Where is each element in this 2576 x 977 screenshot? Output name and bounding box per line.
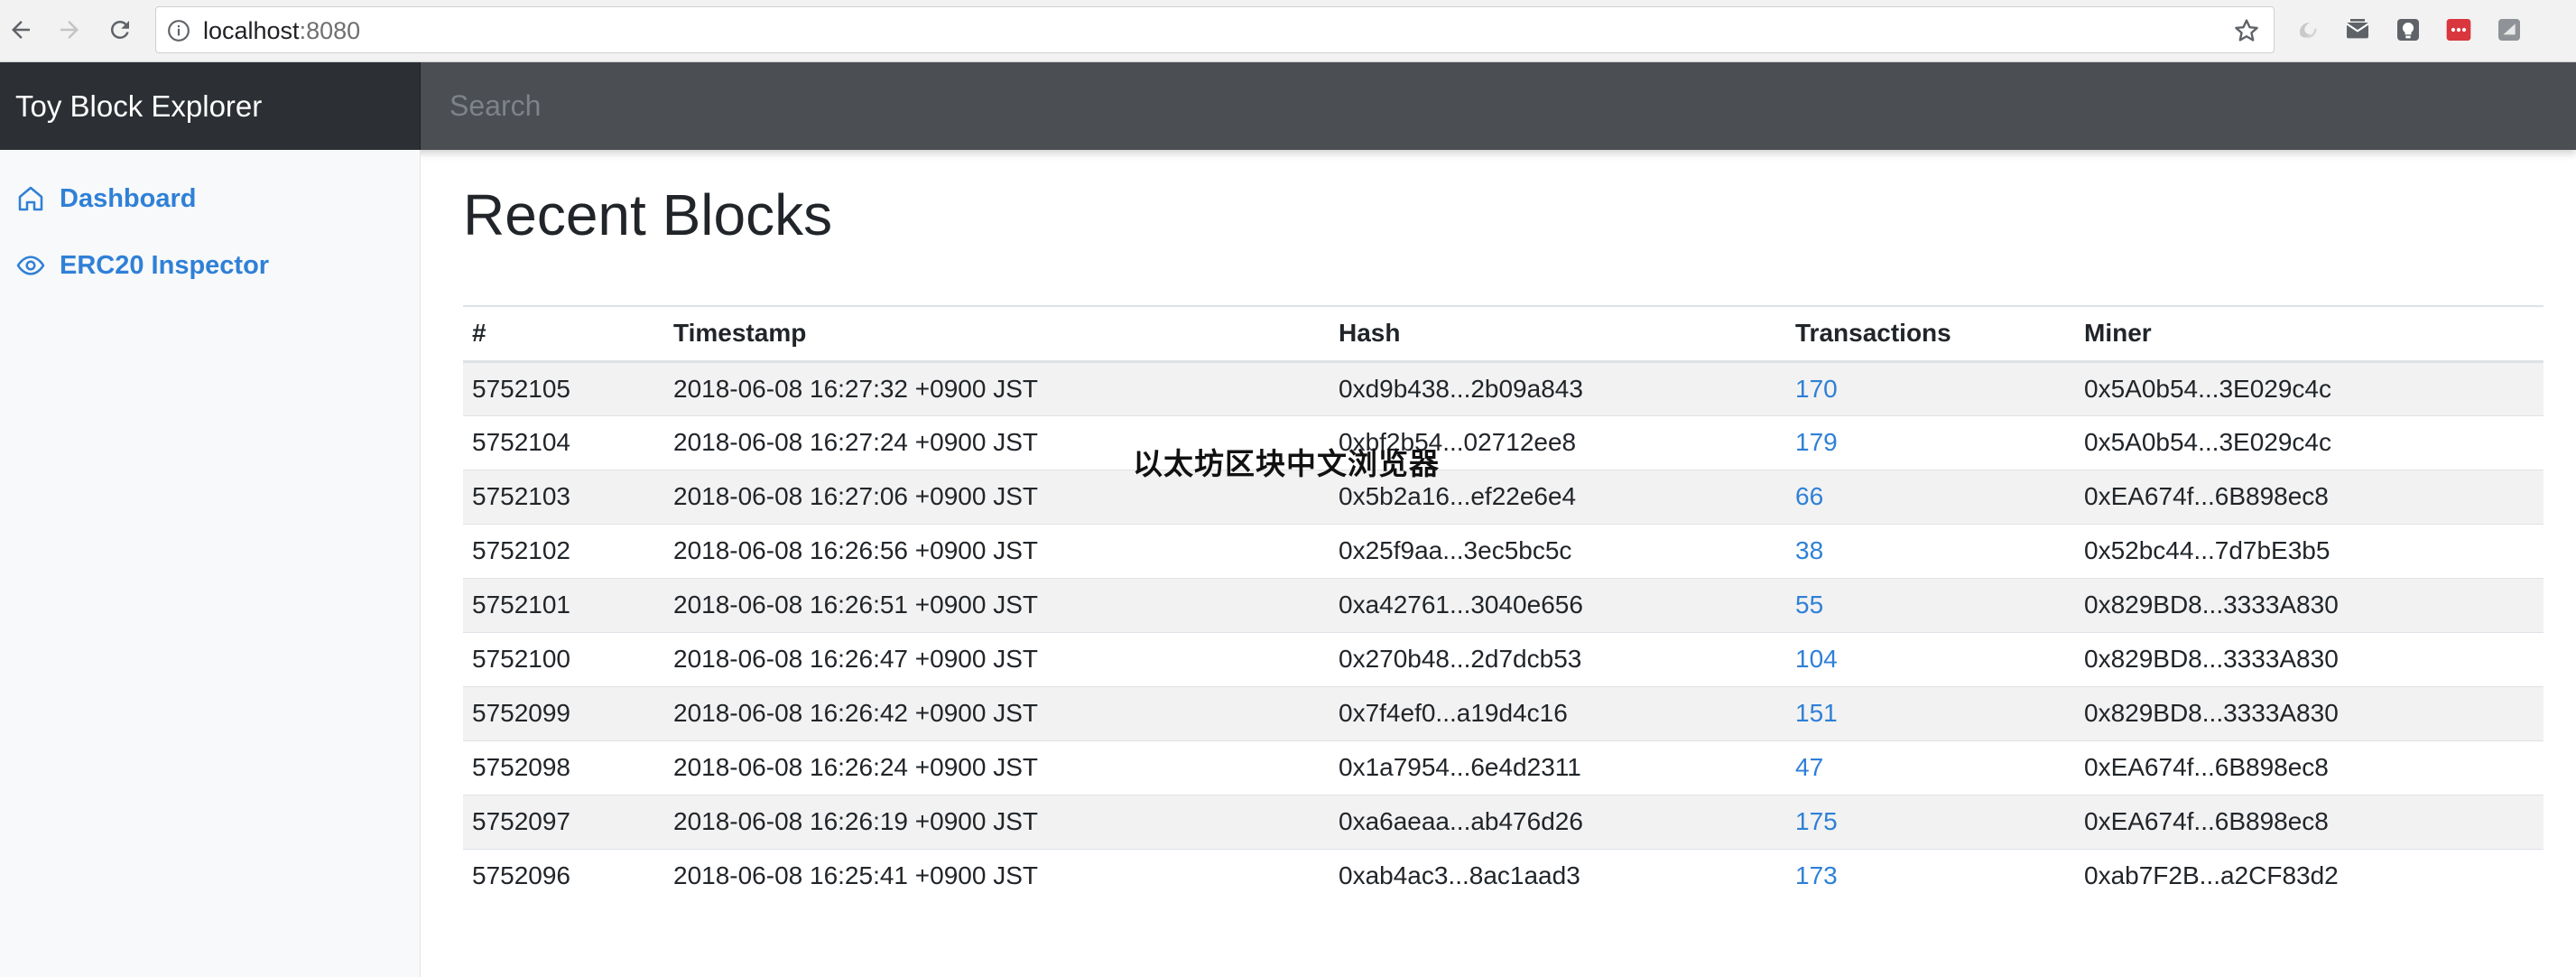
block-miner: 0xEA674f...6B898ec8 xyxy=(2075,469,2544,524)
transactions-link[interactable]: 47 xyxy=(1795,753,1823,781)
column-header-miner: Miner xyxy=(2075,305,2544,363)
block-timestamp: 2018-06-08 16:27:32 +0900 JST xyxy=(664,360,1330,415)
app-navbar: Toy Block Explorer xyxy=(0,62,2576,150)
transactions-cell: 104 xyxy=(1786,631,2075,686)
transactions-cell: 151 xyxy=(1786,685,2075,740)
gray-square-extension-icon[interactable] xyxy=(2495,15,2524,44)
transactions-cell: 38 xyxy=(1786,523,2075,578)
block-miner: 0x5A0b54...3E029c4c xyxy=(2075,360,2544,415)
block-timestamp: 2018-06-08 16:26:42 +0900 JST xyxy=(664,685,1330,740)
block-miner: 0x829BD8...3333A830 xyxy=(2075,685,2544,740)
block-number: 5752100 xyxy=(463,631,664,686)
transactions-cell: 47 xyxy=(1786,740,2075,795)
block-hash: 0xab4ac3...8ac1aad3 xyxy=(1330,848,1786,903)
table-row: 5752096 2018-06-08 16:25:41 +0900 JST 0x… xyxy=(463,848,2544,903)
block-hash: 0x25f9aa...3ec5bc5c xyxy=(1330,523,1786,578)
table-row: 5752105 2018-06-08 16:27:32 +0900 JST 0x… xyxy=(463,360,2544,415)
block-timestamp: 2018-06-08 16:26:47 +0900 JST xyxy=(664,631,1330,686)
transactions-cell: 170 xyxy=(1786,360,2075,415)
table-row: 5752099 2018-06-08 16:26:42 +0900 JST 0x… xyxy=(463,685,2544,740)
block-number: 5752105 xyxy=(463,360,664,415)
table-row: 5752102 2018-06-08 16:26:56 +0900 JST 0x… xyxy=(463,523,2544,578)
column-header-number: # xyxy=(463,305,664,363)
search-input[interactable] xyxy=(421,62,2576,150)
table-row: 5752104 2018-06-08 16:27:24 +0900 JST 0x… xyxy=(463,414,2544,470)
block-number: 5752096 xyxy=(463,848,664,903)
block-timestamp: 2018-06-08 16:26:51 +0900 JST xyxy=(664,577,1330,632)
block-number: 5752103 xyxy=(463,469,664,524)
brand-title[interactable]: Toy Block Explorer xyxy=(15,90,262,123)
block-number: 5752098 xyxy=(463,740,664,795)
watermark-overlay: 以太坊区块中文浏览器 xyxy=(1133,446,1440,481)
transactions-cell: 179 xyxy=(1786,414,2075,470)
block-hash: 0x270b48...2d7dcb53 xyxy=(1330,631,1786,686)
page-title: Recent Blocks xyxy=(463,182,833,247)
transactions-cell: 66 xyxy=(1786,469,2075,524)
transactions-cell: 175 xyxy=(1786,794,2075,849)
lightbulb-extension-icon[interactable] xyxy=(2394,15,2423,44)
transactions-link[interactable]: 55 xyxy=(1795,591,1823,619)
star-icon[interactable] xyxy=(2232,16,2261,45)
block-hash: 0x1a7954...6e4d2311 xyxy=(1330,740,1786,795)
block-miner: 0x52bc44...7d7bE3b5 xyxy=(2075,523,2544,578)
transactions-link[interactable]: 151 xyxy=(1795,699,1838,727)
block-miner: 0xEA674f...6B898ec8 xyxy=(2075,794,2544,849)
column-header-hash: Hash xyxy=(1330,305,1786,363)
block-miner: 0x5A0b54...3E029c4c xyxy=(2075,414,2544,470)
table-row: 5752100 2018-06-08 16:26:47 +0900 JST 0x… xyxy=(463,631,2544,686)
transactions-link[interactable]: 173 xyxy=(1795,861,1838,889)
recent-blocks-table: # Timestamp Hash Transactions Miner 5752… xyxy=(463,305,2544,903)
block-number: 5752104 xyxy=(463,414,664,470)
transactions-link[interactable]: 175 xyxy=(1795,807,1838,835)
block-miner: 0xEA674f...6B898ec8 xyxy=(2075,740,2544,795)
block-timestamp: 2018-06-08 16:26:24 +0900 JST xyxy=(664,740,1330,795)
url-text: localhost:8080 xyxy=(203,17,361,44)
block-hash: 0x7f4ef0...a19d4c16 xyxy=(1330,685,1786,740)
info-icon[interactable] xyxy=(167,19,190,42)
brand[interactable]: Toy Block Explorer xyxy=(0,62,421,150)
sidebar-item-label: Dashboard xyxy=(60,183,197,213)
block-hash: 0xa6aeaa...ab476d26 xyxy=(1330,794,1786,849)
table-row: 5752097 2018-06-08 16:26:19 +0900 JST 0x… xyxy=(463,794,2544,849)
column-header-transactions: Transactions xyxy=(1786,305,2075,363)
address-bar[interactable]: localhost:8080 xyxy=(155,6,2275,53)
block-timestamp: 2018-06-08 16:25:41 +0900 JST xyxy=(664,848,1330,903)
block-hash: 0xd9b438...2b09a843 xyxy=(1330,360,1786,415)
column-header-timestamp: Timestamp xyxy=(664,305,1330,363)
table-header-row: # Timestamp Hash Transactions Miner xyxy=(463,305,2544,363)
block-number: 5752097 xyxy=(463,794,664,849)
transactions-link[interactable]: 179 xyxy=(1795,428,1838,456)
arrow-right-icon[interactable] xyxy=(52,13,87,47)
transactions-cell: 55 xyxy=(1786,577,2075,632)
transactions-link[interactable]: 66 xyxy=(1795,482,1823,510)
block-miner: 0x829BD8...3333A830 xyxy=(2075,577,2544,632)
block-number: 5752101 xyxy=(463,577,664,632)
eye-icon xyxy=(16,256,45,275)
block-hash: 0xa42761...3040e656 xyxy=(1330,577,1786,632)
block-timestamp: 2018-06-08 16:26:56 +0900 JST xyxy=(664,523,1330,578)
home-icon xyxy=(18,186,43,211)
sidebar-item-dashboard[interactable]: Dashboard xyxy=(16,181,196,217)
red-menu-extension-icon[interactable] xyxy=(2444,15,2473,44)
sidebar: Dashboard ERC20 Inspector xyxy=(0,150,421,977)
sidebar-item-erc20-inspector[interactable]: ERC20 Inspector xyxy=(16,247,269,284)
reload-icon[interactable] xyxy=(103,13,137,47)
block-number: 5752099 xyxy=(463,685,664,740)
sidebar-item-label: ERC20 Inspector xyxy=(60,250,270,280)
block-miner: 0xab7F2B...a2CF83d2 xyxy=(2075,848,2544,903)
block-number: 5752102 xyxy=(463,523,664,578)
swirl-extension-icon[interactable] xyxy=(2293,15,2321,44)
block-timestamp: 2018-06-08 16:26:19 +0900 JST xyxy=(664,794,1330,849)
table-row: 5752098 2018-06-08 16:26:24 +0900 JST 0x… xyxy=(463,740,2544,795)
transactions-cell: 173 xyxy=(1786,848,2075,903)
block-miner: 0x829BD8...3333A830 xyxy=(2075,631,2544,686)
arrow-left-icon[interactable] xyxy=(4,13,38,47)
browser-toolbar: localhost:8080 xyxy=(0,0,2576,62)
table-row: 5752103 2018-06-08 16:27:06 +0900 JST 0x… xyxy=(463,469,2544,524)
transactions-link[interactable]: 170 xyxy=(1795,375,1838,403)
transactions-link[interactable]: 38 xyxy=(1795,536,1823,564)
envelope-extension-icon[interactable] xyxy=(2343,15,2372,44)
table-row: 5752101 2018-06-08 16:26:51 +0900 JST 0x… xyxy=(463,577,2544,632)
transactions-link[interactable]: 104 xyxy=(1795,645,1838,673)
